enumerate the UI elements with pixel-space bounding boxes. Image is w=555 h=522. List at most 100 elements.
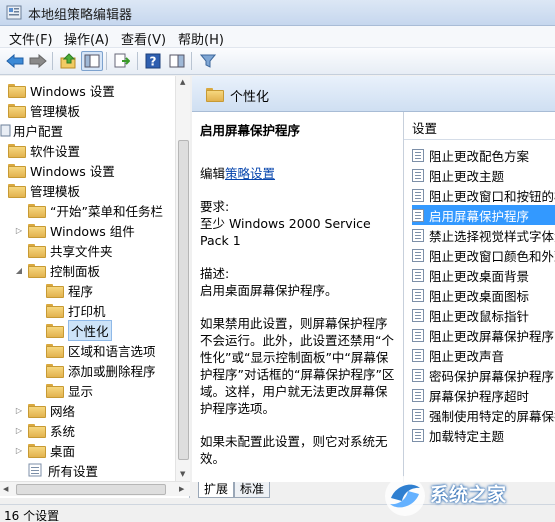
toolbar-separator <box>191 52 192 70</box>
tree-item-label: 添加或删除程序 <box>68 363 156 379</box>
description: 描述: 启用桌面屏幕保护程序。 <box>200 265 395 299</box>
expand-arrow-icon[interactable]: ▷ <box>14 426 24 435</box>
tree-item[interactable]: 添加或删除程序 <box>0 360 175 380</box>
tree-item[interactable]: “开始”菜单和任务栏 <box>0 200 175 220</box>
scroll-left-arrow-icon[interactable]: ◀ <box>3 485 8 493</box>
setting-title: 启用屏幕保护程序 <box>200 123 301 138</box>
tree-vertical-scrollbar[interactable]: ▲ ▼ <box>175 76 190 481</box>
title-bar: 本地组策略编辑器 <box>0 0 555 26</box>
setting-icon <box>412 408 424 422</box>
tree-item[interactable]: 区域和语言选项 <box>0 340 175 360</box>
settings-list: 设置 阻止更改配色方案 阻止更改主题 阻止更改窗口和按钮的样式 启用屏幕保护程序… <box>404 112 555 482</box>
column-header-setting[interactable]: 设置 <box>404 118 555 140</box>
list-item[interactable]: 加载特定主题 <box>412 425 555 445</box>
tree-item-label: 网络 <box>50 403 76 419</box>
setting-icon <box>412 268 424 282</box>
list-item[interactable]: 禁止选择视觉样式字体大小 <box>412 225 555 245</box>
list-item[interactable]: 密码保护屏幕保护程序 <box>412 365 555 385</box>
list-item-label: 禁止选择视觉样式字体大小 <box>429 228 555 244</box>
list-item[interactable]: 阻止更改屏幕保护程序 <box>412 325 555 345</box>
up-button[interactable] <box>58 51 80 71</box>
scroll-thumb[interactable] <box>16 484 166 495</box>
list-item[interactable]: 阻止更改桌面图标 <box>412 285 555 305</box>
expand-arrow-icon[interactable]: ▷ <box>14 226 24 235</box>
tree-item-label: 打印机 <box>68 303 106 319</box>
list-item[interactable]: 阻止更改主题 <box>412 165 555 185</box>
help-button[interactable]: ? <box>142 51 164 71</box>
menu-action[interactable]: 操作(A) <box>64 29 109 48</box>
edit-policy-link[interactable]: 策略设置 <box>225 166 275 181</box>
list-item[interactable]: 屏幕保护程序超时 <box>412 385 555 405</box>
forward-button[interactable] <box>27 51 49 71</box>
setting-icon <box>412 248 424 262</box>
tree-item[interactable]: 程序 <box>0 280 175 300</box>
expand-arrow-icon[interactable]: ▷ <box>14 406 24 415</box>
status-text: 16 个设置 <box>4 509 60 522</box>
show-pane-button[interactable] <box>166 51 188 71</box>
expand-arrow-icon[interactable]: ▷ <box>14 446 24 455</box>
list-item[interactable]: 阻止更改配色方案 <box>412 145 555 165</box>
list-item-label: 阻止更改配色方案 <box>429 148 530 164</box>
tree-item[interactable]: ▷ 网络 <box>0 400 175 420</box>
list-item-label: 阻止更改主题 <box>429 168 505 184</box>
menu-file[interactable]: 文件(F) <box>9 29 53 48</box>
filter-icon <box>200 54 216 68</box>
list-item-label: 启用屏幕保护程序 <box>429 208 530 224</box>
scroll-down-arrow-icon[interactable]: ▼ <box>180 470 185 478</box>
list-item-label: 阻止更改窗口和按钮的样式 <box>429 188 555 204</box>
tree-item[interactable]: Windows 设置 <box>0 160 175 180</box>
tree-item[interactable]: 共享文件夹 <box>0 240 175 260</box>
tree-horizontal-scrollbar[interactable]: ◀ ▶ <box>0 481 190 496</box>
console-tree-icon <box>84 54 100 68</box>
detail-header: 个性化 <box>192 76 555 112</box>
folder-icon <box>8 104 26 118</box>
console-tree: Windows 设置 管理模板 用户配置 软件设置 Windows 设置 管理模… <box>0 76 190 498</box>
tree-item[interactable]: ▷ 桌面 <box>0 440 175 460</box>
show-hide-tree-button[interactable] <box>81 51 103 71</box>
tree-item[interactable]: 管理模板 <box>0 180 175 200</box>
list-item-selected[interactable]: 启用屏幕保护程序 <box>412 205 555 225</box>
list-item[interactable]: 阻止更改鼠标指针 <box>412 305 555 325</box>
tab-standard[interactable]: 标准 <box>234 482 271 498</box>
scroll-thumb[interactable] <box>178 140 189 460</box>
up-folder-icon <box>60 53 76 69</box>
export-list-button[interactable] <box>111 51 133 71</box>
tab-extended[interactable]: 扩展 <box>198 482 235 498</box>
list-item[interactable]: 阻止更改声音 <box>412 345 555 365</box>
scroll-up-arrow-icon[interactable]: ▲ <box>180 78 185 86</box>
collapse-arrow-icon[interactable]: ◢ <box>14 266 24 275</box>
tree-item[interactable]: 管理模板 <box>0 100 175 120</box>
list-item-label: 屏幕保护程序超时 <box>429 388 530 404</box>
back-button[interactable] <box>4 51 26 71</box>
toolbar-separator <box>106 52 107 70</box>
user-config-icon <box>0 124 11 137</box>
list-item[interactable]: 阻止更改窗口和按钮的样式 <box>412 185 555 205</box>
tree-item[interactable]: 打印机 <box>0 300 175 320</box>
list-item[interactable]: 阻止更改桌面背景 <box>412 265 555 285</box>
policy-editor-icon <box>6 5 22 20</box>
tree-item-label: 管理模板 <box>30 183 81 199</box>
setting-icon <box>412 208 424 222</box>
tree-item-user-config[interactable]: 用户配置 <box>0 120 175 140</box>
filter-button[interactable] <box>197 51 219 71</box>
list-item[interactable]: 强制使用特定的屏幕保护程序 <box>412 405 555 425</box>
edit-policy-line: 编辑策略设置 <box>200 165 395 182</box>
tree-item[interactable]: ◢ 控制面板 <box>0 260 175 280</box>
tree-item-personalization[interactable]: 个性化 <box>0 319 175 341</box>
menu-help[interactable]: 帮助(H) <box>178 29 224 48</box>
tree-item[interactable]: 所有设置 <box>0 460 175 480</box>
setting-icon <box>412 148 424 162</box>
scroll-right-arrow-icon[interactable]: ▶ <box>179 485 184 493</box>
tree-item-label: 桌面 <box>50 443 76 459</box>
tree-item[interactable]: 软件设置 <box>0 140 175 160</box>
setting-icon <box>412 228 424 242</box>
tree-item[interactable]: ▷ Windows 组件 <box>0 220 175 240</box>
tree-item[interactable]: 显示 <box>0 380 175 400</box>
tree-item[interactable]: ▷ 系统 <box>0 420 175 440</box>
list-item-label: 密码保护屏幕保护程序 <box>429 368 555 384</box>
list-item[interactable]: 阻止更改窗口颜色和外观 <box>412 245 555 265</box>
folder-icon <box>28 444 46 458</box>
tree-item[interactable]: Windows 设置 <box>0 80 175 100</box>
watermark-text: 系统之家 <box>430 484 507 506</box>
menu-view[interactable]: 查看(V) <box>121 29 166 48</box>
